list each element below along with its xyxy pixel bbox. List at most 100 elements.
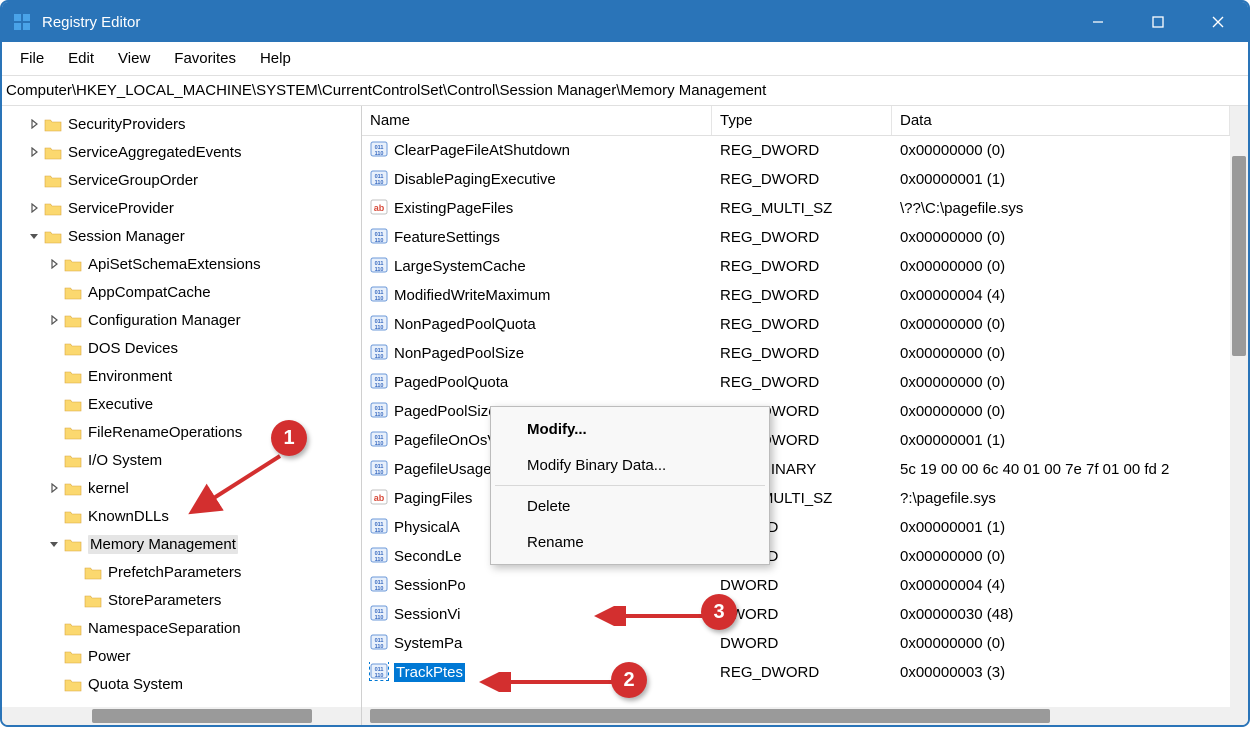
tree-item[interactable]: ServiceAggregatedEvents (2, 138, 361, 166)
tree-label: ServiceProvider (68, 200, 174, 217)
titlebar[interactable]: Registry Editor (2, 2, 1248, 42)
binary-value-icon: 011110 (370, 169, 394, 191)
chevron-right-icon[interactable] (46, 312, 62, 328)
menu-help[interactable]: Help (248, 46, 303, 71)
tree-item[interactable]: FileRenameOperations (2, 418, 361, 446)
tree-item[interactable]: ApiSetSchemaExtensions (2, 250, 361, 278)
binary-value-icon: 011110 (370, 256, 394, 278)
tree-item[interactable]: Configuration Manager (2, 306, 361, 334)
menu-file[interactable]: File (8, 46, 56, 71)
svg-text:110: 110 (375, 180, 384, 186)
value-name-cell: 011110ClearPageFileAtShutdown (362, 140, 712, 162)
value-row[interactable]: abExistingPageFilesREG_MULTI_SZ\??\C:\pa… (362, 194, 1230, 223)
tree-label: Configuration Manager (88, 312, 241, 329)
close-button[interactable] (1188, 2, 1248, 42)
value-row[interactable]: 011110ClearPageFileAtShutdownREG_DWORD0x… (362, 136, 1230, 165)
value-row[interactable]: 011110NonPagedPoolQuotaREG_DWORD0x000000… (362, 310, 1230, 339)
folder-icon (64, 621, 82, 636)
value-row[interactable]: 011110FeatureSettingsREG_DWORD0x00000000… (362, 223, 1230, 252)
tree-label: DOS Devices (88, 340, 178, 357)
address-bar[interactable]: Computer\HKEY_LOCAL_MACHINE\SYSTEM\Curre… (2, 76, 1248, 106)
col-type[interactable]: Type (712, 106, 892, 135)
value-row[interactable]: 011110PagedPoolQuotaREG_DWORD0x00000000 … (362, 368, 1230, 397)
col-data[interactable]: Data (892, 106, 1230, 135)
tree-item[interactable]: Session Manager (2, 222, 361, 250)
tree-item[interactable]: Power (2, 642, 361, 670)
value-name-cell: 011110DisablePagingExecutive (362, 169, 712, 191)
tree-label: PrefetchParameters (108, 564, 241, 581)
spacer (46, 368, 62, 384)
binary-value-icon: 011110 (370, 633, 394, 655)
binary-value-icon: 011110 (370, 604, 394, 626)
value-row[interactable]: 011110SystemPaDWORD0x00000000 (0) (362, 629, 1230, 658)
folder-icon (64, 425, 82, 440)
value-type: REG_DWORD (712, 258, 892, 275)
tree-label: StoreParameters (108, 592, 221, 609)
chevron-right-icon[interactable] (26, 144, 42, 160)
value-name: TrackPtes (394, 663, 465, 682)
tree-item[interactable]: PrefetchParameters (2, 558, 361, 586)
tree-item[interactable]: DOS Devices (2, 334, 361, 362)
tree-label: FileRenameOperations (88, 424, 242, 441)
value-type: REG_MULTI_SZ (712, 200, 892, 217)
folder-icon (44, 229, 62, 244)
tree-item[interactable]: AppCompatCache (2, 278, 361, 306)
value-data: 0x00000004 (4) (892, 577, 1230, 594)
tree-item[interactable]: SecurityProviders (2, 110, 361, 138)
ctx-modify[interactable]: Modify... (491, 411, 769, 447)
tree-item[interactable]: ServiceProvider (2, 194, 361, 222)
chevron-right-icon[interactable] (46, 256, 62, 272)
spacer (46, 676, 62, 692)
chevron-right-icon[interactable] (26, 200, 42, 216)
callout-1: 1 (271, 420, 307, 456)
callout-3: 3 (701, 594, 737, 630)
folder-icon (84, 593, 102, 608)
chevron-down-icon[interactable] (26, 228, 42, 244)
list-h-scrollbar[interactable] (362, 707, 1230, 725)
tree-item[interactable]: StoreParameters (2, 586, 361, 614)
value-row[interactable]: 011110SessionPoDWORD0x00000004 (4) (362, 571, 1230, 600)
value-row[interactable]: 011110NonPagedPoolSizeREG_DWORD0x0000000… (362, 339, 1230, 368)
value-row[interactable]: 011110DisablePagingExecutiveREG_DWORD0x0… (362, 165, 1230, 194)
value-data: 0x00000003 (3) (892, 664, 1230, 681)
chevron-down-icon[interactable] (46, 536, 62, 552)
value-data: 0x00000001 (1) (892, 432, 1230, 449)
folder-icon (64, 649, 82, 664)
binary-value-icon: 011110 (370, 401, 394, 423)
chevron-right-icon[interactable] (46, 480, 62, 496)
tree-label: Session Manager (68, 228, 185, 245)
value-type: DWORD (712, 635, 892, 652)
value-row[interactable]: 011110SessionViDWORD0x00000030 (48) (362, 600, 1230, 629)
tree-item[interactable]: NamespaceSeparation (2, 614, 361, 642)
tree-item[interactable]: Environment (2, 362, 361, 390)
ctx-modify-binary-data[interactable]: Modify Binary Data... (491, 447, 769, 483)
chevron-right-icon[interactable] (26, 116, 42, 132)
ctx-delete[interactable]: Delete (491, 488, 769, 524)
value-type: REG_DWORD (712, 345, 892, 362)
menu-favorites[interactable]: Favorites (162, 46, 248, 71)
binary-value-icon: 011110 (370, 343, 394, 365)
list-v-scrollbar[interactable] (1230, 106, 1248, 725)
svg-text:110: 110 (375, 673, 384, 679)
value-name: ExistingPageFiles (394, 200, 513, 217)
maximize-button[interactable] (1128, 2, 1188, 42)
value-type: REG_DWORD (712, 142, 892, 159)
menu-separator (495, 485, 765, 486)
minimize-button[interactable] (1068, 2, 1128, 42)
ctx-rename[interactable]: Rename (491, 524, 769, 560)
tree-item[interactable]: Quota System (2, 670, 361, 698)
tree-h-scrollbar[interactable] (2, 707, 361, 725)
value-row[interactable]: 011110ModifiedWriteMaximumREG_DWORD0x000… (362, 281, 1230, 310)
value-row[interactable]: 011110LargeSystemCacheREG_DWORD0x0000000… (362, 252, 1230, 281)
binary-value-icon: 011110 (370, 546, 394, 568)
value-name: PhysicalA (394, 519, 460, 536)
folder-icon (64, 509, 82, 524)
tree-item[interactable]: ServiceGroupOrder (2, 166, 361, 194)
folder-icon (44, 201, 62, 216)
menu-edit[interactable]: Edit (56, 46, 106, 71)
tree-item[interactable]: Executive (2, 390, 361, 418)
tree-label: Quota System (88, 676, 183, 693)
col-name[interactable]: Name (362, 106, 712, 135)
tree-item[interactable]: Memory Management (2, 530, 361, 558)
menu-view[interactable]: View (106, 46, 162, 71)
